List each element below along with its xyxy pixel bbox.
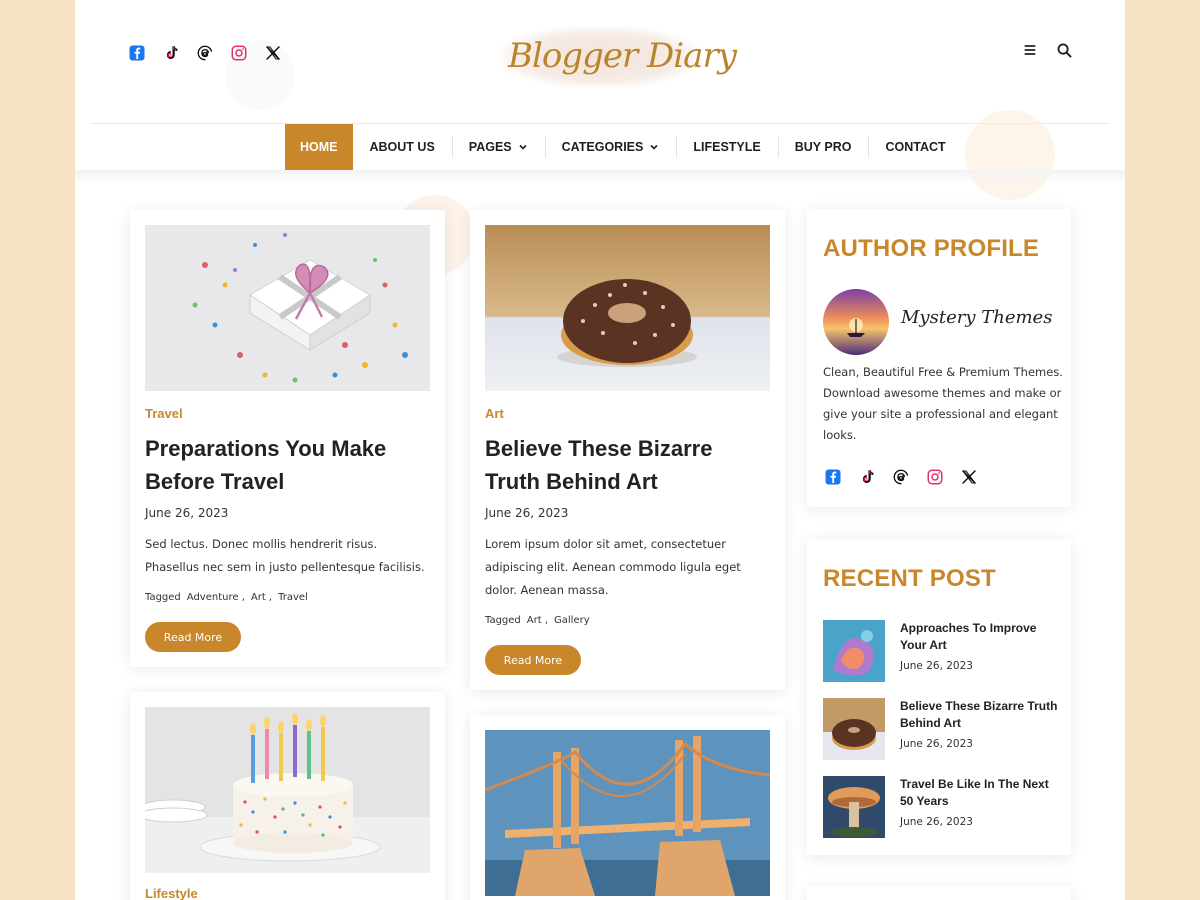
author-profile-widget: AUTHOR PROFILE Mystery Themes Clean, Bea… — [807, 209, 1071, 507]
tag-link[interactable]: Travel — [278, 592, 308, 603]
header-social-links — [127, 43, 283, 63]
author-name[interactable]: Mystery Themes — [901, 307, 1052, 328]
read-more-button[interactable]: Read More — [485, 645, 581, 675]
birthday-cake-image[interactable] — [145, 707, 430, 873]
recent-post-item: Approaches To Improve Your Art June 26, … — [823, 620, 1063, 684]
chevron-down-icon — [650, 144, 658, 150]
facebook-icon[interactable] — [127, 43, 147, 63]
post-category[interactable]: Travel — [145, 406, 183, 421]
nav-label: PAGES — [468, 140, 512, 154]
tagged-label: Tagged — [485, 615, 521, 626]
recent-post-title[interactable]: Believe These Bizarre Truth Behind Art — [900, 698, 1060, 732]
tag-link[interactable]: Art , — [251, 592, 272, 603]
facebook-icon[interactable] — [823, 467, 843, 487]
recent-post-widget: RECENT POST Approaches To Improve Your A… — [807, 539, 1071, 855]
nav-label: CATEGORIES — [561, 140, 644, 154]
recent-post-item: Believe These Bizarre Truth Behind Art J… — [823, 698, 1063, 762]
post-excerpt: Sed lectus. Donec mollis hendrerit risus… — [145, 537, 425, 574]
nav-label: CONTACT — [885, 140, 946, 154]
widget-title: AUTHOR PROFILE — [823, 235, 1040, 262]
nav-item-about-us[interactable]: ABOUT US — [353, 124, 452, 170]
nav-label: BUY PRO — [794, 140, 852, 154]
search-icon[interactable] — [1055, 41, 1073, 59]
recent-post-title[interactable]: Travel Be Like In The Next 50 Years — [900, 776, 1060, 810]
sidebar-widget — [807, 886, 1071, 900]
tag-label: Art — [250, 592, 266, 603]
nav-label: HOME — [300, 140, 338, 154]
post-category[interactable]: Art — [485, 406, 504, 421]
post-tags: Tagged Adventure , Art , Travel — [145, 592, 308, 603]
tag-label: Art — [526, 615, 542, 626]
donut-image[interactable] — [485, 225, 770, 391]
threads-icon[interactable] — [891, 467, 911, 487]
post-card: Travel Preparations You Make Before Trav… — [130, 210, 445, 667]
nav-item-contact[interactable]: CONTACT — [868, 124, 962, 170]
tiktok-icon[interactable] — [161, 43, 181, 63]
nav-item-lifestyle[interactable]: LIFESTYLE — [676, 124, 777, 170]
tag-link[interactable]: Gallery — [554, 615, 590, 626]
tag-link[interactable]: Adventure , — [187, 592, 245, 603]
threads-icon[interactable] — [195, 43, 215, 63]
recent-post-title[interactable]: Approaches To Improve Your Art — [900, 620, 1060, 654]
nav-item-categories[interactable]: CATEGORIES — [544, 124, 677, 170]
post-excerpt: Lorem ipsum dolor sit amet, consectetuer… — [485, 537, 741, 597]
logo-text: Blogger Diary — [508, 36, 737, 76]
tag-label: Adventure — [186, 592, 239, 603]
paint-splash-thumb[interactable] — [823, 620, 885, 682]
recent-post-date: June 26, 2023 — [900, 660, 973, 672]
chevron-down-icon — [519, 144, 527, 150]
post-card: Lifestyle — [130, 692, 445, 900]
menu-icon[interactable] — [1021, 41, 1039, 59]
post-tags: Tagged Art , Gallery — [485, 615, 590, 626]
gift-box-image[interactable] — [145, 225, 430, 391]
nav-item-buy-pro[interactable]: BUY PRO — [777, 124, 869, 170]
post-date[interactable]: June 26, 2023 — [145, 506, 228, 520]
author-avatar[interactable] — [823, 289, 889, 355]
nav-label: ABOUT US — [369, 140, 435, 154]
donut-thumb[interactable] — [823, 698, 885, 760]
widget-title: RECENT POST — [823, 565, 996, 592]
page: Blogger Diary HOME ABOUT US PAGES CATEGO… — [75, 0, 1125, 900]
main-navigation: HOME ABOUT US PAGES CATEGORIES LIFESTYLE… — [285, 124, 963, 170]
nav-item-pages[interactable]: PAGES — [451, 124, 545, 170]
recent-post-date: June 26, 2023 — [900, 738, 973, 750]
nav-item-home[interactable]: HOME — [285, 124, 353, 170]
instagram-icon[interactable] — [925, 467, 945, 487]
x-icon[interactable] — [263, 43, 283, 63]
tiktok-icon[interactable] — [857, 467, 877, 487]
header-tools — [1021, 41, 1073, 59]
nav-label: LIFESTYLE — [693, 140, 761, 154]
post-title[interactable]: Preparations You Make Before Travel — [145, 432, 430, 498]
x-icon[interactable] — [959, 467, 979, 487]
read-more-button[interactable]: Read More — [145, 622, 241, 652]
post-card — [470, 715, 785, 900]
tagged-label: Tagged — [145, 592, 181, 603]
recent-post-date: June 26, 2023 — [900, 816, 973, 828]
recent-post-item: Travel Be Like In The Next 50 Years June… — [823, 776, 1063, 840]
tag-link[interactable]: Art , — [527, 615, 548, 626]
author-description: Clean, Beautiful Free & Premium Themes. … — [823, 365, 1063, 442]
mushroom-thumb[interactable] — [823, 776, 885, 838]
bridge-image[interactable] — [485, 730, 770, 896]
instagram-icon[interactable] — [229, 43, 249, 63]
post-card: Art Believe These Bizarre Truth Behind A… — [470, 210, 785, 690]
post-date[interactable]: June 26, 2023 — [485, 506, 568, 520]
nav-shadow — [75, 170, 1125, 184]
post-category[interactable]: Lifestyle — [145, 886, 198, 900]
author-social-links — [823, 467, 979, 487]
site-logo[interactable]: Blogger Diary — [500, 18, 737, 96]
post-title[interactable]: Believe These Bizarre Truth Behind Art — [485, 432, 770, 498]
